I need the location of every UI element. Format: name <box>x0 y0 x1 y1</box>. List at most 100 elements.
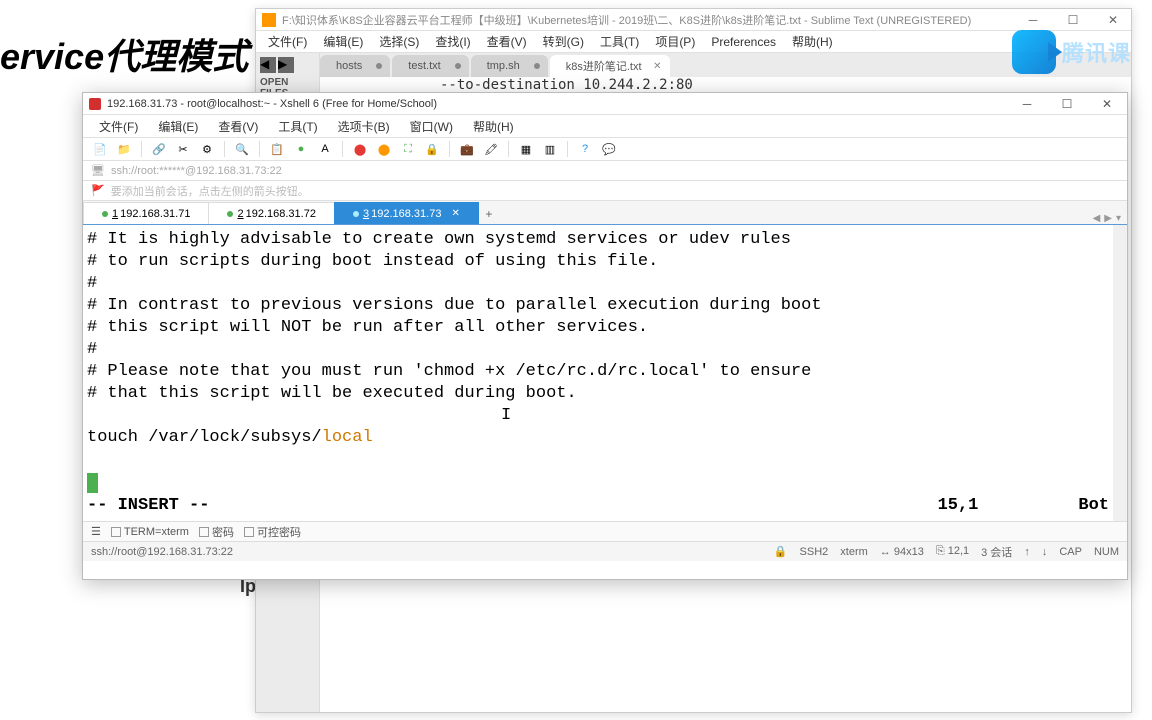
copy-icon[interactable]: 📋 <box>268 140 286 158</box>
sublime-titlebar[interactable]: F:\知识体系\K8S企业容器云平台工程师【中级班】\Kubernetes培训 … <box>256 9 1131 31</box>
status-bar: ssh://root@192.168.31.73:22 🔒 SSH2 xterm… <box>83 541 1127 561</box>
open-icon[interactable]: 📁 <box>115 140 133 158</box>
close-icon[interactable]: ✕ <box>1093 96 1121 112</box>
menu-icon[interactable]: ☰ <box>91 525 101 538</box>
editor-line: --to-destination 10.244.2.2:80 <box>440 77 693 93</box>
new-session-icon[interactable]: 📄 <box>91 140 109 158</box>
tab-close-icon[interactable]: ✕ <box>451 208 459 219</box>
font-icon[interactable]: A <box>316 140 334 158</box>
status-dot-icon <box>227 211 233 217</box>
menu-edit[interactable]: 编辑(E) <box>150 116 206 137</box>
session-tabs: 1 192.168.31.71 2 192.168.31.72 3 192.16… <box>83 201 1127 225</box>
xshell-window: 192.168.31.73 - root@localhost:~ - Xshel… <box>82 92 1128 580</box>
properties-icon[interactable]: ⚙ <box>198 140 216 158</box>
help-icon[interactable]: ? <box>576 140 594 158</box>
menu-file[interactable]: 文件(F) <box>262 31 313 52</box>
lock-icon[interactable]: 🔒 <box>423 140 441 158</box>
watermark: 腾讯课 <box>1012 24 1152 80</box>
xshell-menubar[interactable]: 文件(F) 编辑(E) 查看(V) 工具(T) 选项卡(B) 窗口(W) 帮助(… <box>83 115 1127 137</box>
status-cap: CAP <box>1059 546 1082 558</box>
menu-prefs[interactable]: Preferences <box>705 33 782 51</box>
disconnect-icon[interactable]: ✂ <box>174 140 192 158</box>
term-line <box>87 405 1109 427</box>
xshell-toolbar: 📄 📁 🔗 ✂ ⚙ 🔍 📋 ● A ⬤ ⬤ ⛶ 🔒 💼 🖍 ▦ ▥ ? 💬 <box>83 137 1127 161</box>
address-bar[interactable]: 🖥 ssh://root:******@192.168.31.73:22 <box>83 161 1127 181</box>
term-line <box>87 449 1109 471</box>
term-line: # It is highly advisable to create own s… <box>87 229 1109 251</box>
tab-next-icon[interactable]: ▶ <box>1104 213 1112 224</box>
box-icon <box>199 527 209 537</box>
sublime-title-text: F:\知识体系\K8S企业容器云平台工程师【中级班】\Kubernetes培训 … <box>282 12 1021 28</box>
vim-location: Bot <box>1078 495 1109 517</box>
flag-icon: 🚩 <box>91 184 105 197</box>
term-line: # In contrast to previous versions due t… <box>87 295 1109 317</box>
session-tab-2[interactable]: 2 192.168.31.72 <box>208 202 334 224</box>
paste-icon[interactable]: ● <box>292 140 310 158</box>
tab-notes[interactable]: k8s进阶笔记.txt✕ <box>550 55 670 77</box>
nav-back-icon[interactable]: ◀ <box>260 57 276 73</box>
term-line: # <box>87 339 1109 361</box>
arrow-up-icon[interactable]: ↑ <box>1024 546 1030 558</box>
background-heading: ervice代理模式 <box>0 28 248 80</box>
menu-tools[interactable]: 工具(T) <box>594 31 645 52</box>
tab-test[interactable]: test.txt <box>392 55 468 77</box>
xshell-app-icon <box>89 98 101 110</box>
term-line: # to run scripts during boot instead of … <box>87 251 1109 273</box>
term-line: # that this script will be executed duri… <box>87 383 1109 405</box>
menu-window[interactable]: 窗口(W) <box>402 116 461 137</box>
chat-icon[interactable]: 💬 <box>600 140 618 158</box>
xshell-title-text: 192.168.31.73 - root@localhost:~ - Xshel… <box>107 98 1013 110</box>
briefcase-icon[interactable]: 💼 <box>458 140 476 158</box>
term-line-touch: touch /var/lock/subsys/local <box>87 427 1109 449</box>
tab-tmp[interactable]: tmp.sh <box>471 55 548 77</box>
tab-prev-icon[interactable]: ◀ <box>1093 213 1101 224</box>
menu-project[interactable]: 项目(P) <box>649 31 701 52</box>
fullscreen-icon[interactable]: ⛶ <box>399 140 417 158</box>
tab-close-icon[interactable]: ✕ <box>653 61 661 72</box>
vim-mode: -- INSERT -- <box>87 495 209 517</box>
sublime-menubar[interactable]: 文件(F) 编辑(E) 选择(S) 查找(I) 查看(V) 转到(G) 工具(T… <box>256 31 1131 53</box>
menu-edit[interactable]: 编辑(E) <box>317 31 369 52</box>
status-num: NUM <box>1094 546 1119 558</box>
tab-hosts[interactable]: hosts <box>320 55 390 77</box>
term-line: # <box>87 273 1109 295</box>
stop-icon[interactable]: ⬤ <box>351 140 369 158</box>
menu-view[interactable]: 查看(V) <box>481 31 533 52</box>
menu-tools[interactable]: 工具(T) <box>270 116 325 137</box>
layout-icon[interactable]: ▦ <box>517 140 535 158</box>
menu-help[interactable]: 帮助(H) <box>465 116 522 137</box>
record-icon[interactable]: ⬤ <box>375 140 393 158</box>
addr-text: ssh://root:******@192.168.31.73:22 <box>111 165 282 177</box>
menu-select[interactable]: 选择(S) <box>373 31 425 52</box>
menu-file[interactable]: 文件(F) <box>91 116 146 137</box>
menu-view[interactable]: 查看(V) <box>210 116 266 137</box>
menu-goto[interactable]: 转到(G) <box>537 31 590 52</box>
columns-icon[interactable]: ▥ <box>541 140 559 158</box>
maximize-icon[interactable]: ☐ <box>1053 96 1081 112</box>
play-logo-icon <box>1012 30 1056 74</box>
menu-tab[interactable]: 选项卡(B) <box>330 116 398 137</box>
term-env: TERM=xterm <box>124 526 189 538</box>
add-tab-button[interactable]: + <box>480 204 498 224</box>
sublime-app-icon <box>262 13 276 27</box>
session-tab-3[interactable]: 3 192.168.31.73✕ <box>334 202 479 224</box>
xshell-titlebar[interactable]: 192.168.31.73 - root@localhost:~ - Xshel… <box>83 93 1127 115</box>
dirty-dot-icon <box>455 63 461 69</box>
menu-find[interactable]: 查找(I) <box>429 31 476 52</box>
highlight-icon[interactable]: 🖍 <box>482 140 500 158</box>
status-dot-icon <box>353 211 359 217</box>
minimize-icon[interactable]: ─ <box>1013 96 1041 112</box>
reconnect-icon[interactable]: 🔗 <box>150 140 168 158</box>
vim-status-line: -- INSERT -- 15,1 Bot <box>87 495 1109 517</box>
hint-bar: 🚩 要添加当前会话，点击左侧的箭头按钮。 <box>83 181 1127 201</box>
text-caret: I <box>501 405 511 427</box>
box-icon <box>111 527 121 537</box>
menu-help[interactable]: 帮助(H) <box>786 31 839 52</box>
tab-list-icon[interactable]: ▾ <box>1116 213 1121 224</box>
terminal[interactable]: # It is highly advisable to create own s… <box>83 225 1127 521</box>
terminal-cursor <box>87 473 98 493</box>
arrow-down-icon[interactable]: ↓ <box>1042 546 1048 558</box>
session-tab-1[interactable]: 1 192.168.31.71 <box>83 202 209 224</box>
search-icon[interactable]: 🔍 <box>233 140 251 158</box>
nav-fwd-icon[interactable]: ▶ <box>278 57 294 73</box>
